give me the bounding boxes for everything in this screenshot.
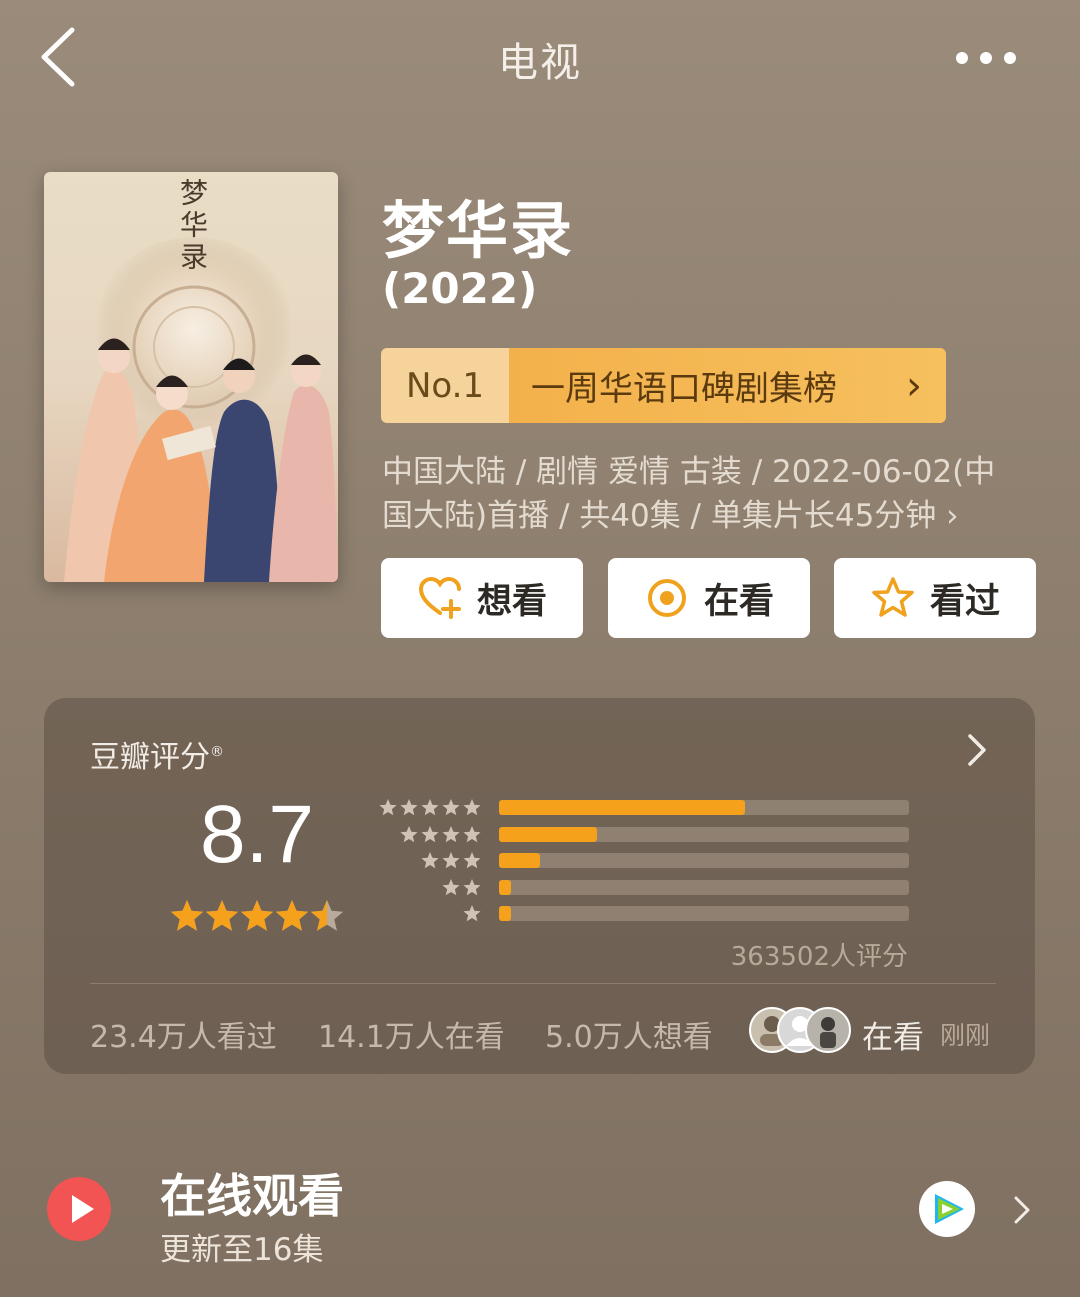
rating-bar-fill <box>499 800 745 815</box>
star-icon <box>275 900 309 931</box>
heart-plus-icon <box>418 576 461 619</box>
rank-banner[interactable]: No.1 一周华语口碑剧集榜 › <box>381 348 946 423</box>
watched-button[interactable]: 看过 <box>834 558 1036 638</box>
show-title: 梦华录 <box>382 194 575 267</box>
rating-bar <box>499 853 909 868</box>
friends-status: 在看 <box>862 1020 924 1056</box>
online-watch-title[interactable]: 在线观看 <box>160 1160 344 1226</box>
watching-count: 14.1万人在看 <box>318 1020 505 1055</box>
chevron-right-icon[interactable] <box>1010 1192 1034 1228</box>
mini-star-icon <box>463 878 481 895</box>
button-label: 看过 <box>929 581 1000 622</box>
star-icon <box>170 900 204 931</box>
mini-star-icon <box>400 799 418 816</box>
show-meta[interactable]: 中国大陆 / 剧情 爱情 古装 / 2022-06-02(中 国大陆)首播 / … <box>382 450 1022 538</box>
mini-star-icon <box>442 799 460 816</box>
rating-title-text: 豆瓣评分 <box>90 740 210 775</box>
page-title: 电视 <box>498 40 582 86</box>
mini-star-icon <box>442 852 460 869</box>
mini-star-icon <box>442 825 460 842</box>
meta-line: 国大陆)首播 / 共40集 / 单集片长45分钟 › <box>382 498 959 534</box>
rating-row-stars <box>380 904 484 924</box>
mini-star-icon <box>463 825 481 842</box>
friends-time: 刚刚 <box>940 1021 991 1050</box>
online-watch-subtitle: 更新至16集 <box>160 1232 324 1268</box>
poster-image[interactable]: 梦华录 <box>44 172 338 582</box>
meta-line: 中国大陆 / 剧情 爱情 古装 / 2022-06-02(中 <box>382 454 996 490</box>
poster-title-text: 梦华录 <box>176 178 209 274</box>
button-label: 在看 <box>703 581 774 622</box>
rating-row-stars <box>380 851 484 871</box>
more-dots-icon[interactable] <box>950 40 1022 76</box>
rating-count: 363502人评分 <box>730 942 908 972</box>
rating-bar-fill <box>499 853 540 868</box>
want-to-watch-button[interactable]: 想看 <box>381 558 583 638</box>
rank-number: No.1 <box>381 348 509 423</box>
rating-row-stars <box>380 825 484 845</box>
rating-bar <box>499 879 909 895</box>
star-icon <box>240 900 274 931</box>
rank-list-link: 一周华语口碑剧集榜 › <box>509 348 946 423</box>
mini-star-icon <box>463 852 481 869</box>
rating-bar <box>499 826 909 842</box>
rating-stars <box>170 898 345 940</box>
divider <box>90 983 996 984</box>
rating-row-stars <box>380 878 484 898</box>
rating-bar <box>499 800 909 815</box>
star-icon <box>310 900 344 931</box>
button-label: 想看 <box>476 581 547 622</box>
star-icon <box>205 900 239 931</box>
friend-avatars[interactable] <box>748 1004 854 1056</box>
registered-mark: ® <box>210 744 224 760</box>
watched-count: 23.4万人看过 <box>90 1020 277 1055</box>
mini-star-icon <box>463 905 481 922</box>
rating-bar <box>499 906 909 921</box>
chevron-right-icon[interactable] <box>960 728 994 772</box>
rank-list-label: 一周华语口碑剧集榜 <box>531 369 837 409</box>
want-count: 5.0万人想看 <box>545 1020 713 1055</box>
rating-row-stars <box>379 798 484 818</box>
play-icon[interactable] <box>46 1176 112 1242</box>
mini-star-icon <box>379 799 397 816</box>
mini-star-icon <box>400 825 418 842</box>
watching-button[interactable]: 在看 <box>608 558 810 638</box>
rating-score: 8.7 <box>200 789 314 880</box>
rating-title: 豆瓣评分® <box>90 732 224 776</box>
mini-star-icon <box>463 799 481 816</box>
mini-star-icon <box>442 878 460 895</box>
mini-star-icon <box>421 852 439 869</box>
mini-star-icon <box>421 799 439 816</box>
rating-bar-fill <box>499 826 598 842</box>
show-year: (2022) <box>382 264 538 313</box>
chevron-right-icon: › <box>906 362 922 409</box>
rating-bar-fill <box>499 879 512 895</box>
rating-bar-fill <box>499 906 512 921</box>
target-circle-icon <box>647 579 686 617</box>
tencent-video-icon[interactable] <box>918 1180 976 1238</box>
mini-star-icon <box>421 825 439 842</box>
star-outline-icon <box>872 577 914 617</box>
